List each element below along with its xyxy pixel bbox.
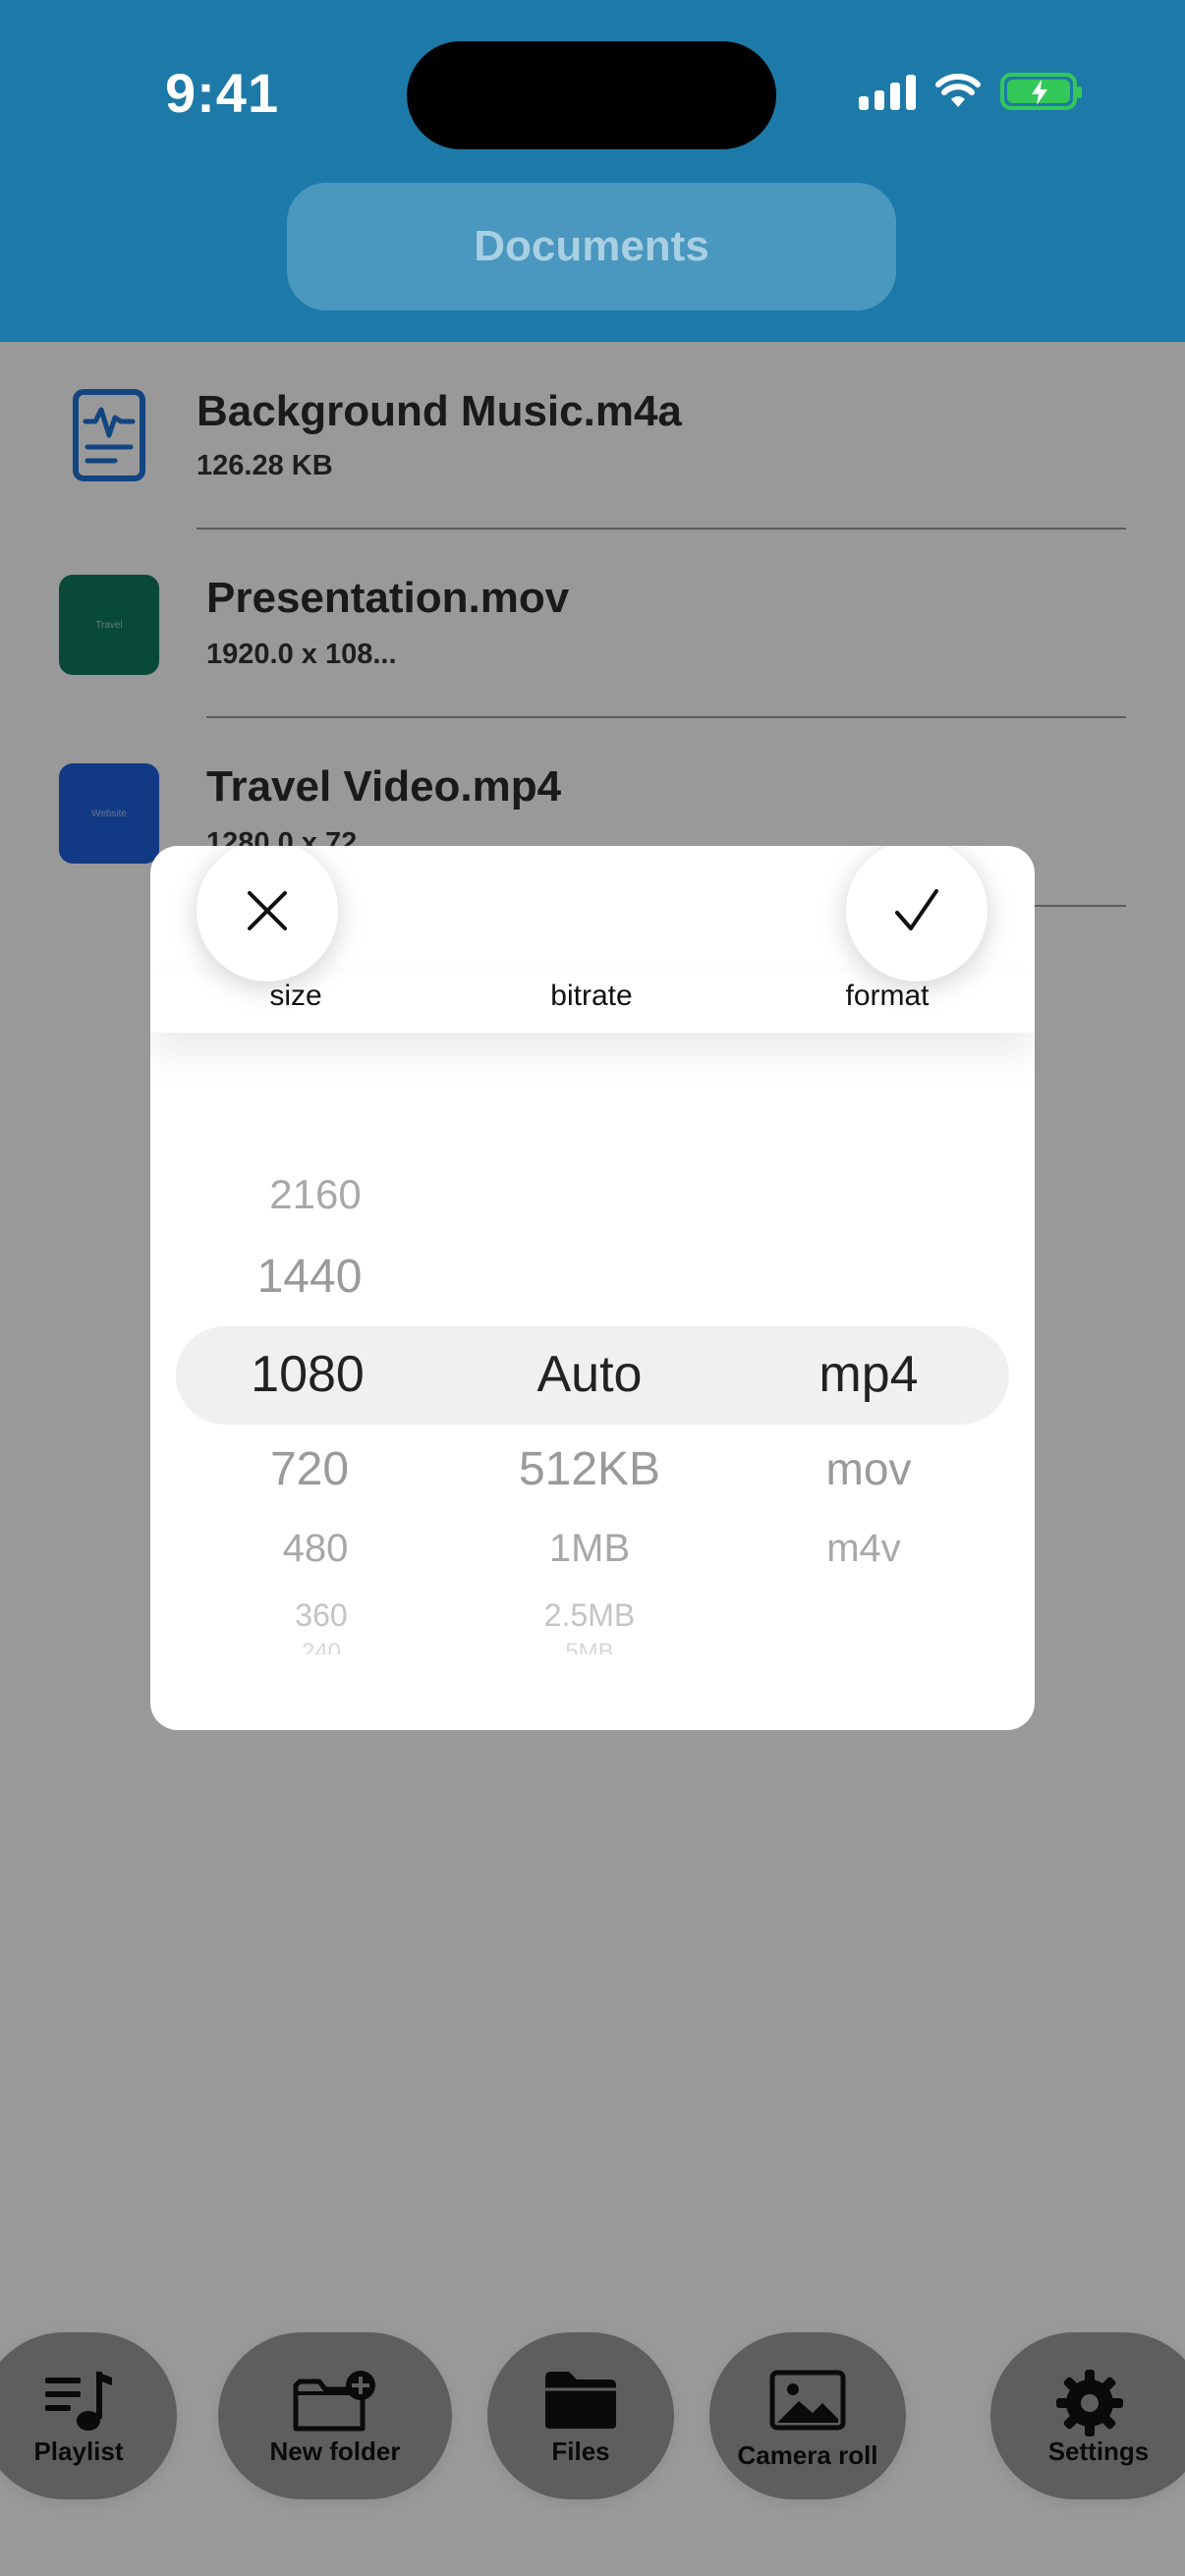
bitrate-option[interactable]: 1MB — [481, 1527, 698, 1571]
bitrate-option[interactable]: 2.5MB — [481, 1597, 698, 1634]
size-option[interactable]: 1440 — [201, 1250, 418, 1304]
bitrate-column-label: bitrate — [550, 980, 633, 1012]
page-title: Documents — [474, 222, 709, 270]
size-option[interactable]: 240 — [213, 1639, 429, 1654]
dynamic-island — [407, 41, 776, 149]
wifi-icon — [935, 74, 981, 107]
format-option[interactable]: m4v — [756, 1527, 972, 1571]
close-icon — [248, 891, 287, 930]
size-option[interactable]: 2160 — [207, 1171, 423, 1218]
format-column-label: format — [845, 980, 930, 1012]
format-option[interactable]: mov — [761, 1442, 977, 1495]
status-icons — [859, 73, 1082, 110]
navigation-header: 9:41 Documents — [0, 0, 1185, 342]
header-title-box[interactable]: Documents — [287, 183, 896, 310]
bitrate-option[interactable]: 5MB — [481, 1639, 698, 1654]
export-settings-dialog: size bitrate format 2160 1440 1080 720 4… — [150, 846, 1035, 1730]
cellular-signal-icon — [859, 73, 916, 110]
confirm-button[interactable] — [846, 846, 988, 981]
size-option-selected[interactable]: 1080 — [199, 1345, 416, 1404]
size-option[interactable]: 480 — [207, 1527, 423, 1571]
size-column-label: size — [269, 980, 322, 1012]
bitrate-option[interactable]: 512KB — [481, 1442, 698, 1496]
bitrate-option-selected[interactable]: Auto — [481, 1345, 698, 1404]
status-time: 9:41 — [165, 62, 280, 124]
checkmark-icon — [895, 889, 938, 930]
format-option-selected[interactable]: mp4 — [761, 1345, 977, 1404]
battery-icon — [1000, 73, 1082, 110]
size-option[interactable]: 360 — [213, 1597, 429, 1634]
size-option[interactable]: 720 — [201, 1442, 418, 1496]
cancel-button[interactable] — [197, 846, 338, 981]
